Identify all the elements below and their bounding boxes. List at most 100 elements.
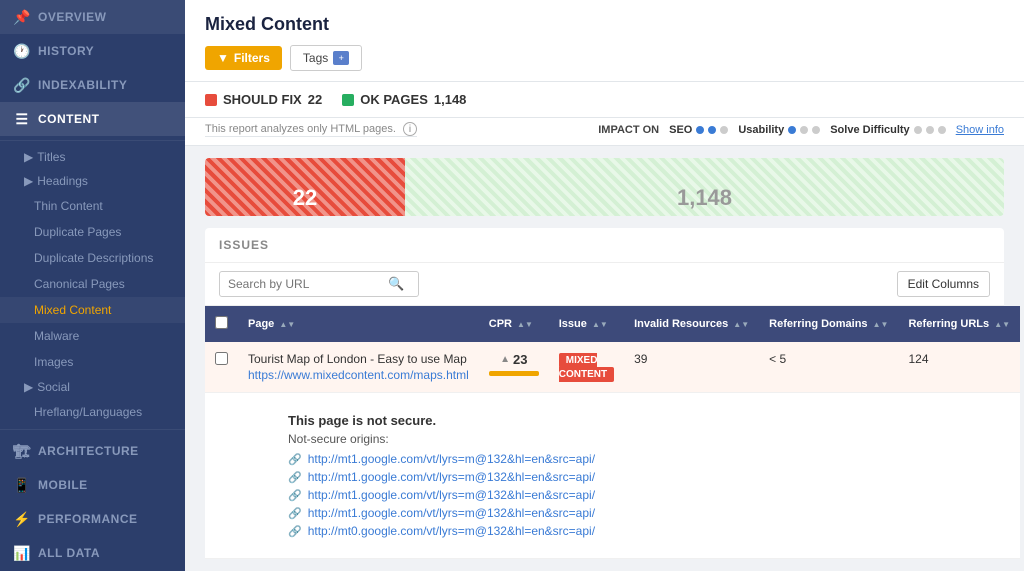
select-all-checkbox[interactable]	[215, 316, 228, 329]
page-col-header[interactable]: Page ▲▼	[238, 306, 479, 342]
sidebar-sub-duplicate-pages[interactable]: Duplicate Pages	[0, 219, 185, 245]
invalid-col-header[interactable]: Invalid Resources ▲▼	[624, 306, 759, 342]
sidebar-item-content[interactable]: ☰ CONTENT	[0, 102, 185, 136]
all-data-icon: 📊	[14, 545, 30, 561]
row-cpr-cell: ▲ 23	[479, 342, 549, 393]
performance-icon: ⚡	[14, 511, 30, 527]
detail-link-item-0: 🔗 http://mt1.google.com/vt/lyrs=m@132&hl…	[288, 452, 996, 466]
page-url-link[interactable]: https://www.mixedcontent.com/maps.html	[248, 368, 469, 382]
cpr-col-header[interactable]: CPR ▲▼	[479, 306, 549, 342]
sidebar-item-indexability[interactable]: 🔗 INDEXABILITY	[0, 68, 185, 102]
sidebar-item-architecture[interactable]: 🏗 ARCHITECTURE	[0, 434, 185, 468]
detail-link-0[interactable]: http://mt1.google.com/vt/lyrs=m@132&hl=e…	[308, 452, 595, 466]
solve-dot-3	[938, 126, 946, 134]
should-fix-stat: SHOULD FIX 22	[205, 92, 322, 107]
sidebar-sub-social[interactable]: ▶ Social	[0, 375, 185, 399]
main-content: Mixed Content ▼ Filters Tags + SHOULD FI…	[185, 0, 1024, 571]
sidebar-item-performance[interactable]: ⚡ PERFORMANCE	[0, 502, 185, 536]
table-row: Tourist Map of London - Easy to use Map …	[205, 342, 1020, 393]
link-icon-3: 🔗	[288, 507, 302, 520]
sort-icon: ▲▼	[592, 320, 608, 329]
sidebar-item-mobile[interactable]: 📱 MOBILE	[0, 468, 185, 502]
chevron-right-icon: ▶	[24, 150, 33, 164]
seo-dot-2	[708, 126, 716, 134]
sidebar-item-overview[interactable]: 📌 OVERVIEW	[0, 0, 185, 34]
stats-bar: SHOULD FIX 22 OK PAGES 1,148	[185, 82, 1024, 118]
pin-icon: 📌	[14, 9, 30, 25]
detail-link-2[interactable]: http://mt1.google.com/vt/lyrs=m@132&hl=e…	[308, 488, 595, 502]
cpr-value: 23	[513, 352, 527, 367]
row-ref-urls-cell: 124	[898, 342, 1020, 393]
chevron-right-icon: ▶	[24, 174, 33, 188]
sidebar-divider-2	[0, 429, 185, 430]
red-dot-icon	[205, 94, 217, 106]
mixed-content-badge: MIXED CONTENT	[559, 353, 614, 382]
detail-link-3[interactable]: http://mt1.google.com/vt/lyrs=m@132&hl=e…	[308, 506, 595, 520]
link-icon-2: 🔗	[288, 489, 302, 502]
detail-cell: This page is not secure. Not-secure orig…	[238, 393, 1020, 559]
mobile-icon: 📱	[14, 477, 30, 493]
sort-icon: ▲▼	[279, 320, 295, 329]
row-invalid-cell: 39	[624, 342, 759, 393]
solve-dot-2	[926, 126, 934, 134]
history-icon: 🕐	[14, 43, 30, 59]
ok-pages-count: 1,148	[434, 92, 467, 107]
ref-urls-col-header[interactable]: Referring URLs ▲▼	[898, 306, 1020, 342]
usability-dot-2	[800, 126, 808, 134]
detail-link-item-1: 🔗 http://mt1.google.com/vt/lyrs=m@132&hl…	[288, 470, 996, 484]
cpr-arrows: ▲ 23	[500, 352, 527, 367]
impact-solve: Solve Difficulty	[830, 124, 945, 136]
filters-button[interactable]: ▼ Filters	[205, 46, 282, 70]
issue-col-header[interactable]: Issue ▲▼	[549, 306, 624, 342]
sidebar-sub-thin-content[interactable]: Thin Content	[0, 193, 185, 219]
chevron-right-icon: ▶	[24, 380, 33, 394]
page-title: Mixed Content	[205, 14, 1004, 35]
sidebar-sub-images[interactable]: Images	[0, 349, 185, 375]
sidebar-sub-headings[interactable]: ▶ Headings	[0, 169, 185, 193]
sidebar-item-all-data[interactable]: 📊 ALL DATA	[0, 536, 185, 570]
usability-dot-3	[812, 126, 820, 134]
row-checkbox[interactable]	[215, 352, 228, 365]
sidebar-sub-titles[interactable]: ▶ Titles	[0, 145, 185, 169]
sidebar-sub-canonical[interactable]: Canonical Pages	[0, 271, 185, 297]
sidebar-sub-hreflang[interactable]: Hreflang/Languages	[0, 399, 185, 425]
sidebar-item-label: OVERVIEW	[38, 10, 106, 24]
row-ref-domains-cell: < 5	[759, 342, 898, 393]
detail-link-item-2: 🔗 http://mt1.google.com/vt/lyrs=m@132&hl…	[288, 488, 996, 502]
tags-button[interactable]: Tags +	[290, 45, 362, 71]
sidebar-item-history[interactable]: 🕐 HISTORY	[0, 34, 185, 68]
filter-icon: ▼	[217, 51, 229, 65]
row-page-cell: Tourist Map of London - Easy to use Map …	[238, 342, 479, 393]
sidebar: 📌 OVERVIEW 🕐 HISTORY 🔗 INDEXABILITY ☰ CO…	[0, 0, 185, 571]
sidebar-item-label: HISTORY	[38, 44, 94, 58]
chart-bar-container: 22 1,148	[205, 158, 1004, 216]
show-info-link[interactable]: Show info	[956, 124, 1004, 136]
ref-domains-col-header[interactable]: Referring Domains ▲▼	[759, 306, 898, 342]
issues-section: ISSUES 🔍 Edit Columns Page ▲▼	[205, 228, 1004, 559]
row-issue-cell: MIXED CONTENT	[549, 342, 624, 393]
info-icon: i	[403, 122, 417, 136]
sidebar-sub-mixed-content[interactable]: Mixed Content	[0, 297, 185, 323]
detail-link-4[interactable]: http://mt0.google.com/vt/lyrs=m@132&hl=e…	[308, 524, 595, 538]
table-detail-row: This page is not secure. Not-secure orig…	[205, 393, 1020, 559]
link-icon: 🔗	[14, 77, 30, 93]
detail-link-1[interactable]: http://mt1.google.com/vt/lyrs=m@132&hl=e…	[308, 470, 595, 484]
green-dot-icon	[342, 94, 354, 106]
sidebar-sub-malware[interactable]: Malware	[0, 323, 185, 349]
page-title-text: Tourist Map of London - Easy to use Map	[248, 352, 469, 366]
chart-bar-green: 1,148	[405, 158, 1004, 216]
edit-columns-button[interactable]: Edit Columns	[897, 271, 990, 297]
architecture-icon: 🏗	[14, 443, 30, 459]
usability-dot-1	[788, 126, 796, 134]
table-header-row: Page ▲▼ CPR ▲▼ Issue ▲▼ Invalid Resource…	[205, 306, 1020, 342]
main-toolbar: ▼ Filters Tags +	[205, 45, 1004, 81]
cpr-bar-wrap: ▲ 23	[489, 352, 539, 376]
sidebar-item-label: CONTENT	[38, 112, 100, 126]
sidebar-sub-duplicate-desc[interactable]: Duplicate Descriptions	[0, 245, 185, 271]
search-input[interactable]	[228, 277, 388, 291]
search-wrap: 🔍	[219, 271, 419, 297]
issues-toolbar: 🔍 Edit Columns	[205, 263, 1004, 306]
issues-table: Page ▲▼ CPR ▲▼ Issue ▲▼ Invalid Resource…	[205, 306, 1020, 559]
sidebar-divider	[0, 140, 185, 141]
issues-header: ISSUES	[205, 228, 1004, 263]
